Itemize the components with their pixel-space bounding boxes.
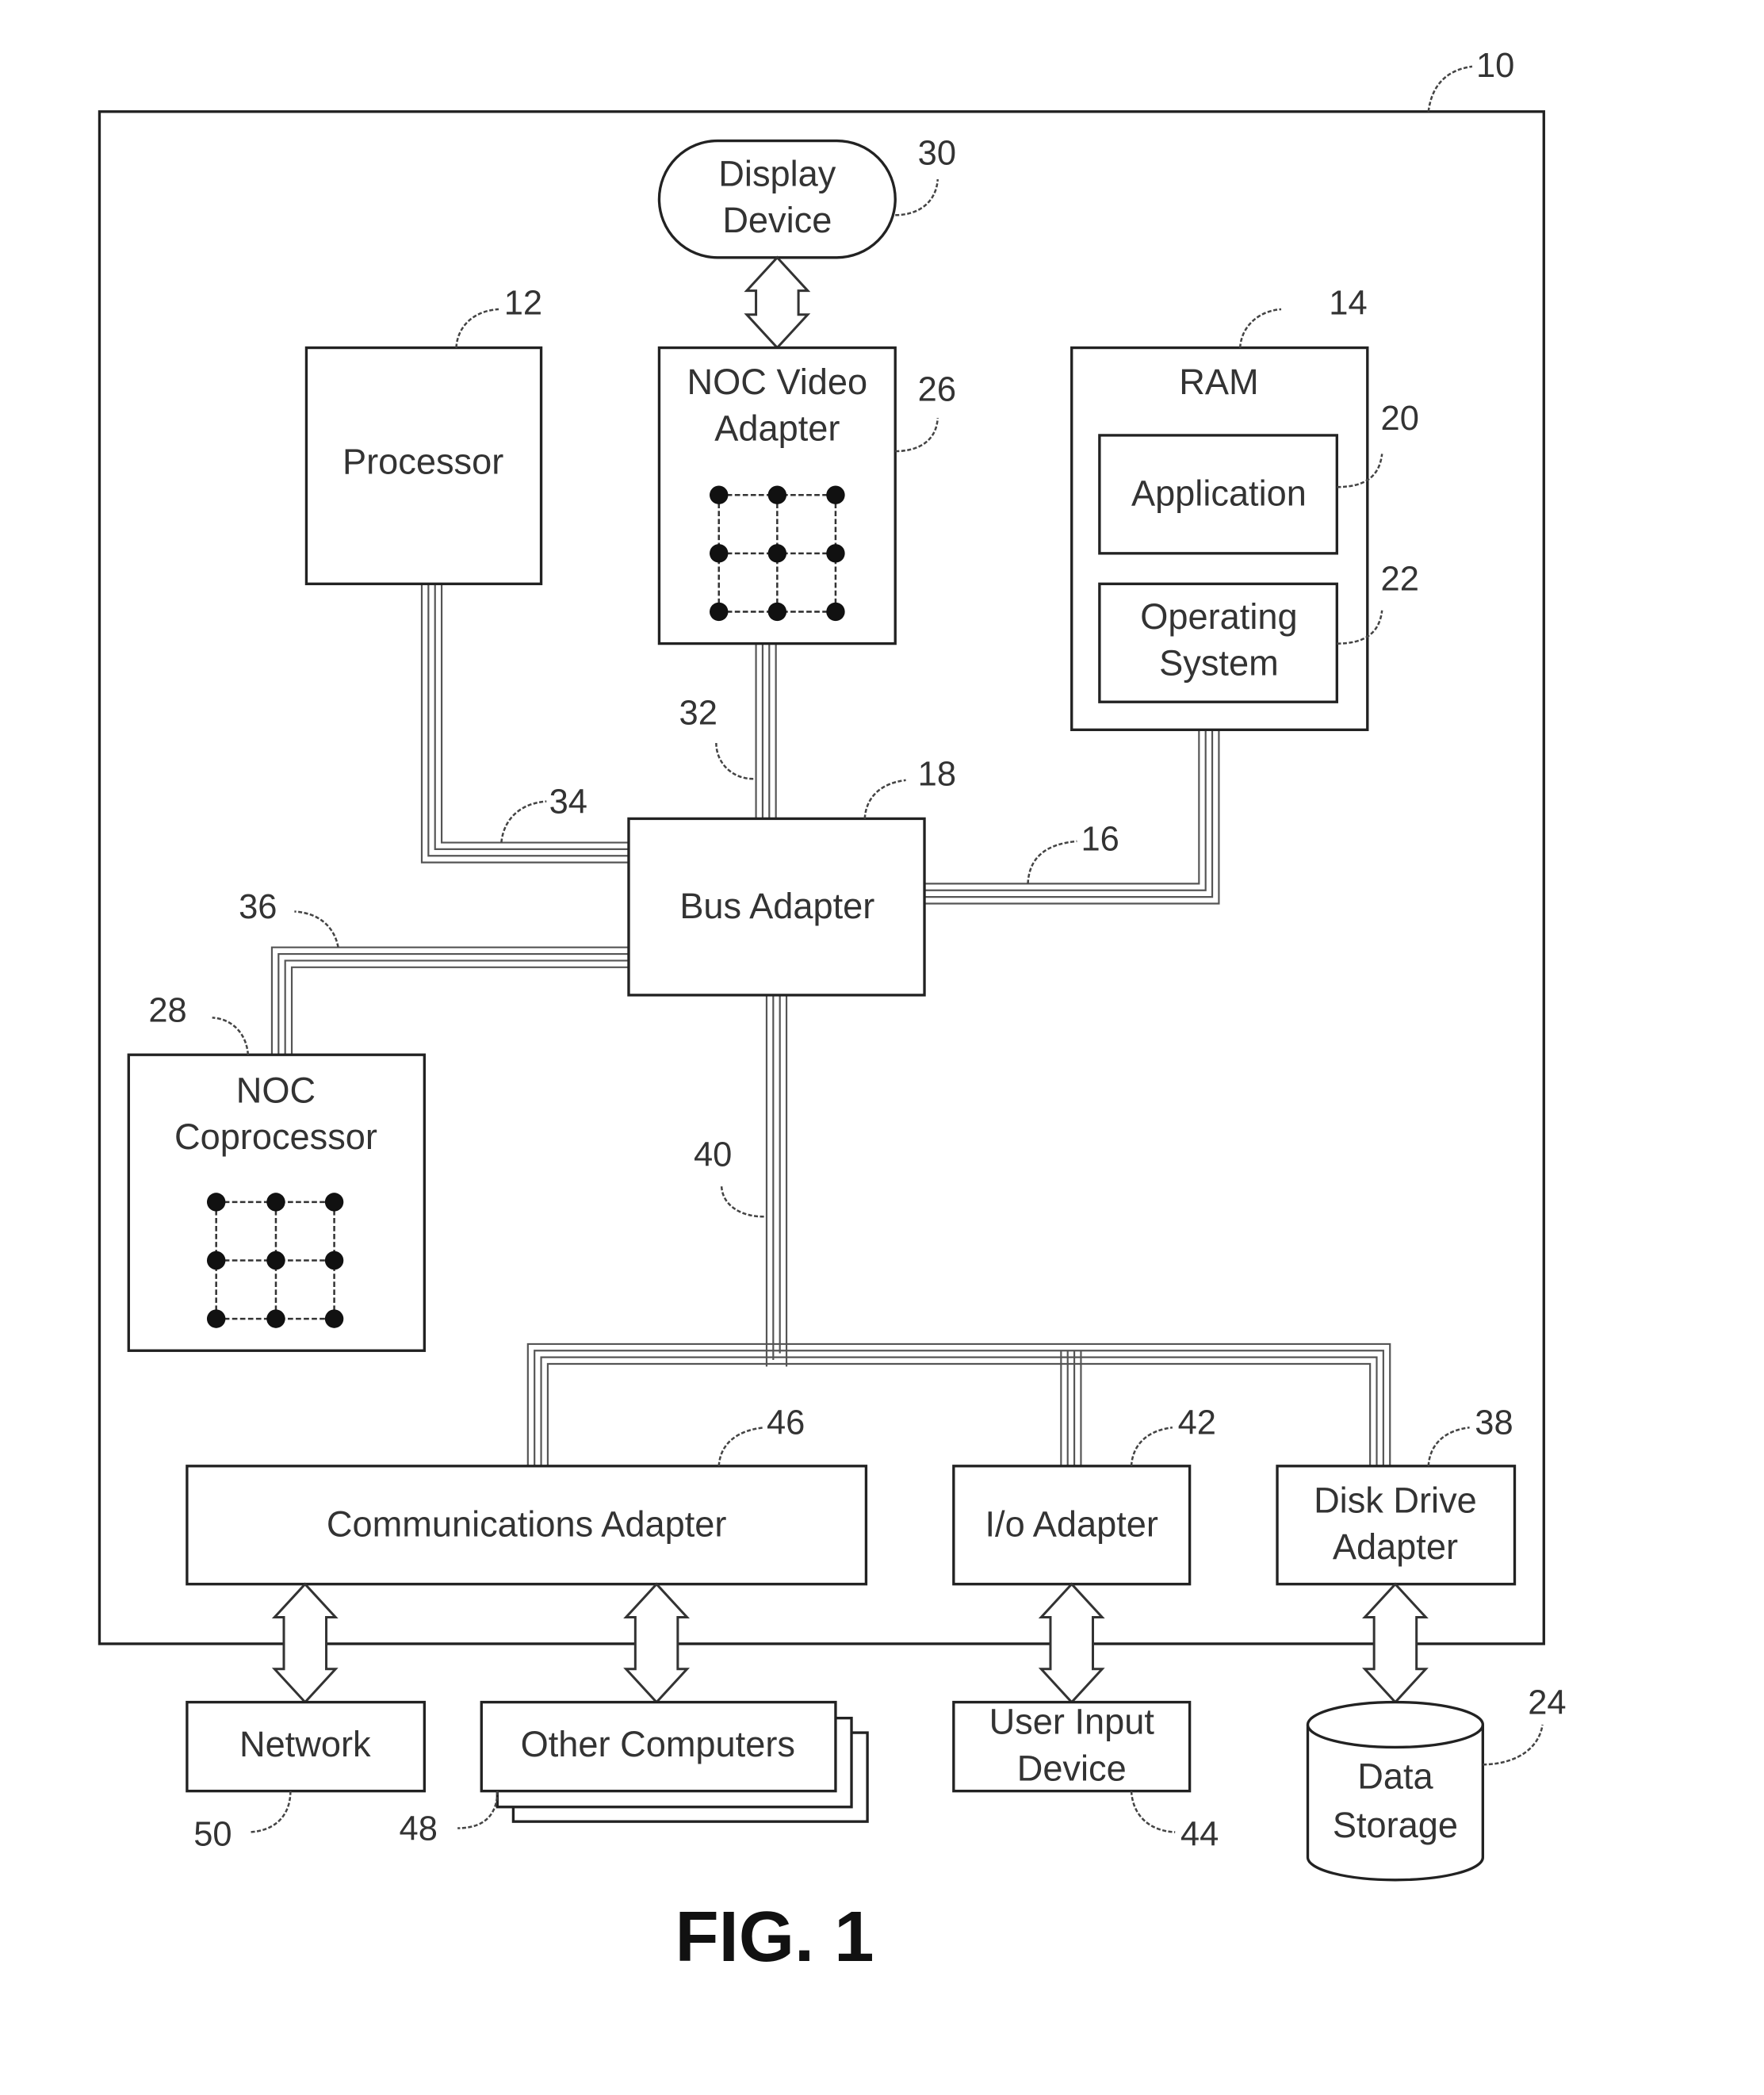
ref-12: 12 (504, 285, 542, 323)
application-label: Application (1131, 473, 1307, 514)
io-adapter: I/o Adapter 42 (952, 1404, 1216, 1586)
os-label-1: Operating (1140, 596, 1297, 637)
user-input-label-1: User Input (989, 1702, 1155, 1742)
ref-28: 28 (148, 991, 186, 1029)
ref-30: 30 (918, 135, 956, 173)
ref-20: 20 (1381, 400, 1419, 438)
display-device-label-1: Display (718, 153, 836, 193)
data-storage: Data Storage 24 (1306, 1684, 1567, 1882)
other-computers-label: Other Computers (521, 1724, 795, 1764)
noc-coprocessor-label-2: Coprocessor (174, 1116, 377, 1157)
other-computers-link-arrow (623, 1582, 691, 1704)
display-device: Display Device 30 (657, 135, 956, 259)
bus-adapter-label: Bus Adapter (679, 886, 874, 926)
communications-adapter: Communications Adapter 46 (186, 1404, 868, 1586)
noc-video-label-1: NOC Video (687, 362, 868, 402)
coprocessor-bus: 36 (239, 888, 629, 1055)
processor: Processor 12 (304, 285, 543, 585)
ref-48: 48 (400, 1810, 438, 1848)
figure-caption: FIG. 1 (675, 1897, 874, 1977)
user-input-device: User Input Device 44 (952, 1700, 1219, 1853)
io-adapter-label: I/o Adapter (985, 1503, 1158, 1544)
ref-50: 50 (193, 1815, 232, 1853)
user-input-label-2: Device (1017, 1748, 1127, 1788)
ram: RAM 14 Application 20 Operating System 2… (1070, 285, 1419, 732)
network: Network 50 (186, 1700, 427, 1853)
bus-adapter: Bus Adapter 18 (627, 756, 956, 997)
noc-video-adapter: NOC Video Adapter 26 (657, 346, 956, 645)
ref-14: 14 (1329, 285, 1367, 323)
noc-video-label-2: Adapter (714, 408, 840, 449)
ref-36: 36 (239, 888, 277, 926)
display-link-arrow (744, 255, 811, 350)
ref-32: 32 (679, 695, 717, 733)
processor-label: Processor (342, 441, 503, 481)
network-link-arrow (271, 1582, 339, 1704)
front-side-bus: 34 (420, 584, 629, 864)
noc-coprocessor: NOC Coprocessor 28 (127, 991, 427, 1352)
data-storage-link-arrow (1362, 1582, 1429, 1704)
noc-coprocessor-label-1: NOC (236, 1070, 316, 1110)
ref-38: 38 (1475, 1404, 1513, 1442)
system-block-diagram: 10 34 32 16 36 40 Display Device 30 Proc… (98, 47, 1567, 1977)
other-computers: Other Computers 48 (400, 1700, 869, 1848)
expansion-bus: 40 (526, 994, 1391, 1466)
display-device-label-2: Device (722, 200, 832, 240)
ref-10: 10 (1476, 47, 1514, 85)
os-label-2: System (1159, 643, 1279, 684)
ref-42: 42 (1178, 1404, 1216, 1442)
network-label: Network (239, 1724, 371, 1764)
ref-16: 16 (1081, 821, 1119, 859)
disk-drive-label-2: Adapter (1333, 1526, 1458, 1567)
video-bus: 32 (679, 643, 777, 819)
ref-24: 24 (1528, 1684, 1566, 1722)
data-storage-label-2: Storage (1333, 1805, 1458, 1845)
memory-bus: 16 (924, 730, 1220, 905)
ref-34: 34 (549, 783, 587, 822)
ref-46: 46 (767, 1404, 805, 1442)
user-input-link-arrow (1038, 1582, 1105, 1704)
ref-18: 18 (918, 756, 956, 794)
communications-adapter-label: Communications Adapter (327, 1503, 727, 1544)
ref-26: 26 (918, 370, 956, 408)
disk-drive-adapter: Disk Drive Adapter 38 (1276, 1404, 1517, 1586)
disk-drive-label-1: Disk Drive (1314, 1480, 1477, 1520)
ref-40: 40 (694, 1136, 732, 1174)
data-storage-label-1: Data (1357, 1756, 1433, 1796)
ref-22: 22 (1381, 561, 1419, 599)
ram-label: RAM (1179, 362, 1258, 402)
ref-44: 44 (1180, 1815, 1219, 1853)
